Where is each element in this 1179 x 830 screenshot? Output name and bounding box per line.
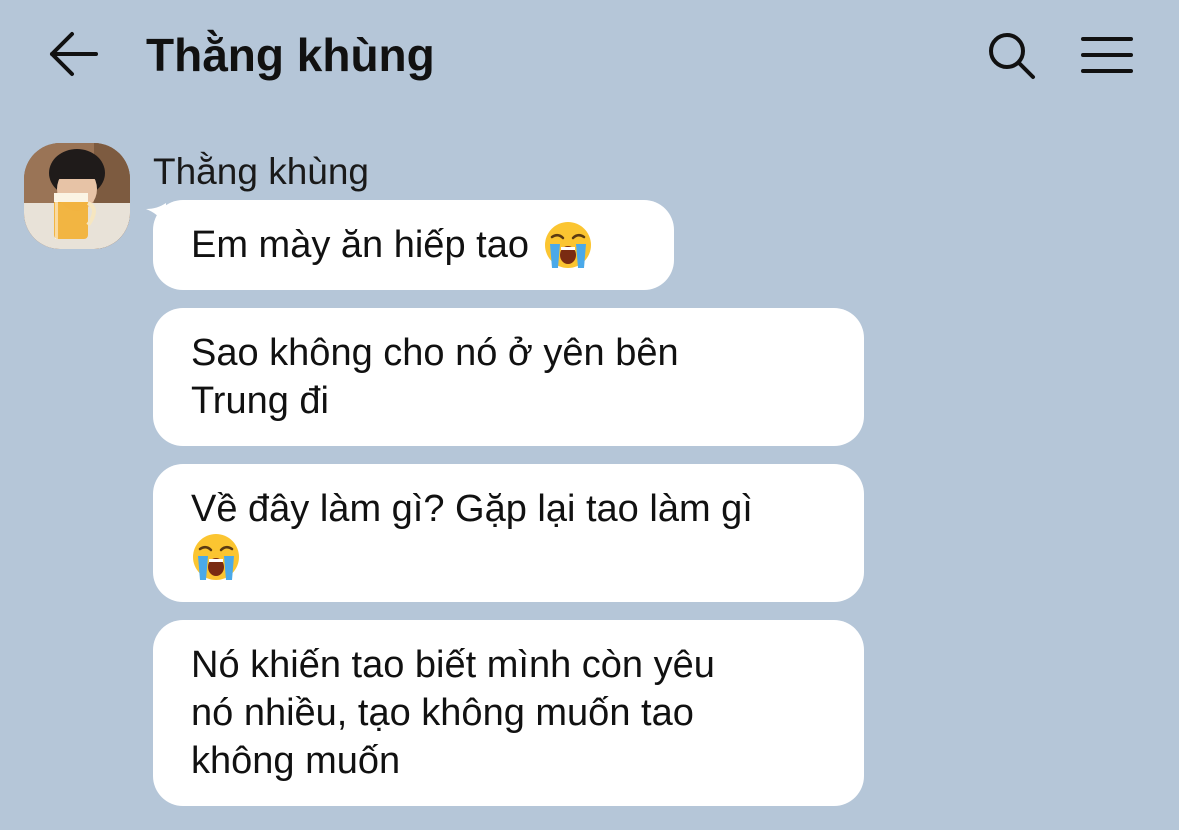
message-text: Nó khiến tao biết mình còn yêu [191,644,715,686]
message-text: Em mày ăn hiếp tao [191,224,529,266]
menu-button[interactable] [1076,24,1138,86]
message-text: không muốn [191,740,401,782]
back-button[interactable] [40,22,104,86]
message-bubble[interactable]: Em mày ăn hiếp tao [153,200,674,290]
message-text: nó nhiều, tạo không muốn tao [191,692,694,734]
avatar-photo [24,143,130,249]
loudly-crying-face-icon [193,534,239,580]
message-text: Sao không cho nó ở yên bên [191,332,679,374]
message-text: Trung đi [191,380,329,422]
avatar[interactable] [24,143,130,249]
message-bubble[interactable]: Nó khiến tao biết mình còn yêu nó nhiều,… [153,620,864,806]
message-bubble[interactable]: Về đây làm gì? Gặp lại tao làm gì [153,464,864,602]
loudly-crying-face-icon [544,222,591,268]
arrow-left-icon [50,32,98,76]
search-icon [989,33,1035,79]
chat-header: Thằng khùng [0,0,1179,110]
search-button[interactable] [980,24,1042,86]
message-text: Về đây làm gì? Gặp lại tao làm gì [191,488,753,530]
chat-title: Thằng khùng [146,29,435,81]
sender-name: Thằng khùng [153,151,370,192]
hamburger-menu-icon [1081,37,1133,73]
message-bubble[interactable]: Sao không cho nó ở yên bên Trung đi [153,308,864,446]
